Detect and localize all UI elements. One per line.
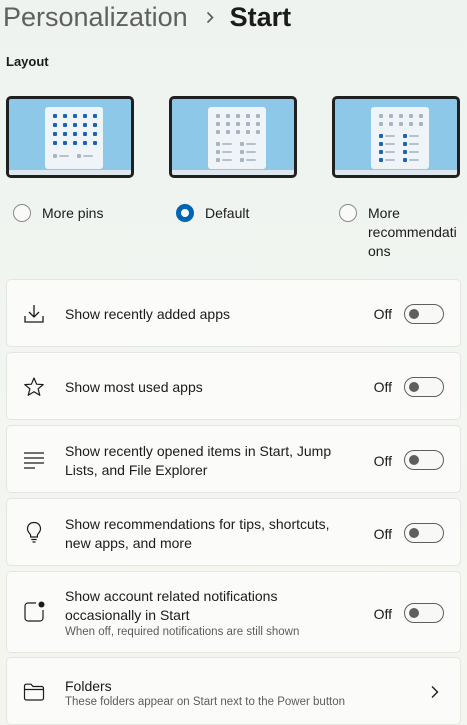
radio-label: More pins bbox=[42, 205, 104, 221]
setting-description: When off, required notifications are sti… bbox=[65, 626, 300, 638]
star-icon bbox=[24, 377, 44, 396]
setting-recently-opened-items: Show recently opened items in Start, Jum… bbox=[6, 425, 461, 493]
page-title: Start bbox=[229, 1, 292, 32]
setting-account-notifications: Show account related notifications occas… bbox=[6, 571, 461, 653]
toggle-switch[interactable] bbox=[404, 523, 444, 543]
toggle-switch[interactable] bbox=[404, 377, 444, 397]
toggle-state-label: Off bbox=[373, 526, 392, 542]
radio-label: More recommendati ons bbox=[368, 205, 457, 259]
toggle-state-label: Off bbox=[373, 306, 392, 322]
setting-title: Show recommendations for tips, shortcuts… bbox=[65, 516, 330, 551]
setting-title: Show recently opened items in Start, Jum… bbox=[65, 443, 332, 478]
layout-preview-image bbox=[169, 96, 297, 178]
setting-recently-added-apps: Show recently added apps Off bbox=[6, 279, 461, 347]
layout-preview-more-recommendations[interactable] bbox=[332, 96, 460, 178]
setting-recommendations: Show recommendations for tips, shortcuts… bbox=[6, 498, 461, 566]
lightbulb-icon bbox=[26, 521, 42, 543]
notification-badge-icon bbox=[24, 601, 45, 622]
radio-more-pins[interactable]: More pins bbox=[13, 204, 103, 223]
setting-description: These folders appear on Start next to th… bbox=[65, 696, 346, 708]
radio-default[interactable]: Default bbox=[176, 204, 249, 223]
setting-title: Show most used apps bbox=[65, 379, 203, 395]
layout-preview-image bbox=[332, 96, 460, 178]
toggle-state-label: Off bbox=[373, 379, 392, 395]
setting-most-used-apps: Show most used apps Off bbox=[6, 352, 461, 420]
layout-preview-image bbox=[6, 96, 134, 178]
layout-preview-more-pins[interactable] bbox=[6, 96, 134, 178]
radio-label: Default bbox=[205, 205, 250, 221]
setting-title: Show account related notifications occas… bbox=[65, 588, 278, 623]
radio-more-recommendations[interactable]: More recommendati ons bbox=[339, 204, 457, 261]
setting-title: Folders bbox=[65, 678, 112, 694]
toggle-state-label: Off bbox=[373, 453, 392, 469]
setting-title: Show recently added apps bbox=[65, 306, 230, 322]
layout-preview-default[interactable] bbox=[169, 96, 297, 178]
section-label-layout: Layout bbox=[6, 54, 49, 69]
download-icon bbox=[24, 305, 44, 323]
radio-button[interactable] bbox=[176, 204, 194, 222]
folder-icon bbox=[23, 683, 45, 701]
setting-folders[interactable]: Folders These folders appear on Start ne… bbox=[6, 657, 461, 725]
toggle-state-label: Off bbox=[373, 606, 392, 622]
breadcrumb: Personalization Start bbox=[3, 0, 291, 36]
toggle-switch[interactable] bbox=[404, 450, 444, 470]
radio-button[interactable] bbox=[13, 204, 31, 222]
chevron-right-icon bbox=[206, 11, 214, 24]
breadcrumb-parent[interactable]: Personalization bbox=[3, 2, 188, 33]
list-lines-icon bbox=[24, 452, 44, 469]
toggle-switch[interactable] bbox=[404, 603, 444, 623]
chevron-right-icon bbox=[431, 686, 439, 698]
toggle-switch[interactable] bbox=[404, 304, 444, 324]
radio-button[interactable] bbox=[339, 204, 357, 222]
